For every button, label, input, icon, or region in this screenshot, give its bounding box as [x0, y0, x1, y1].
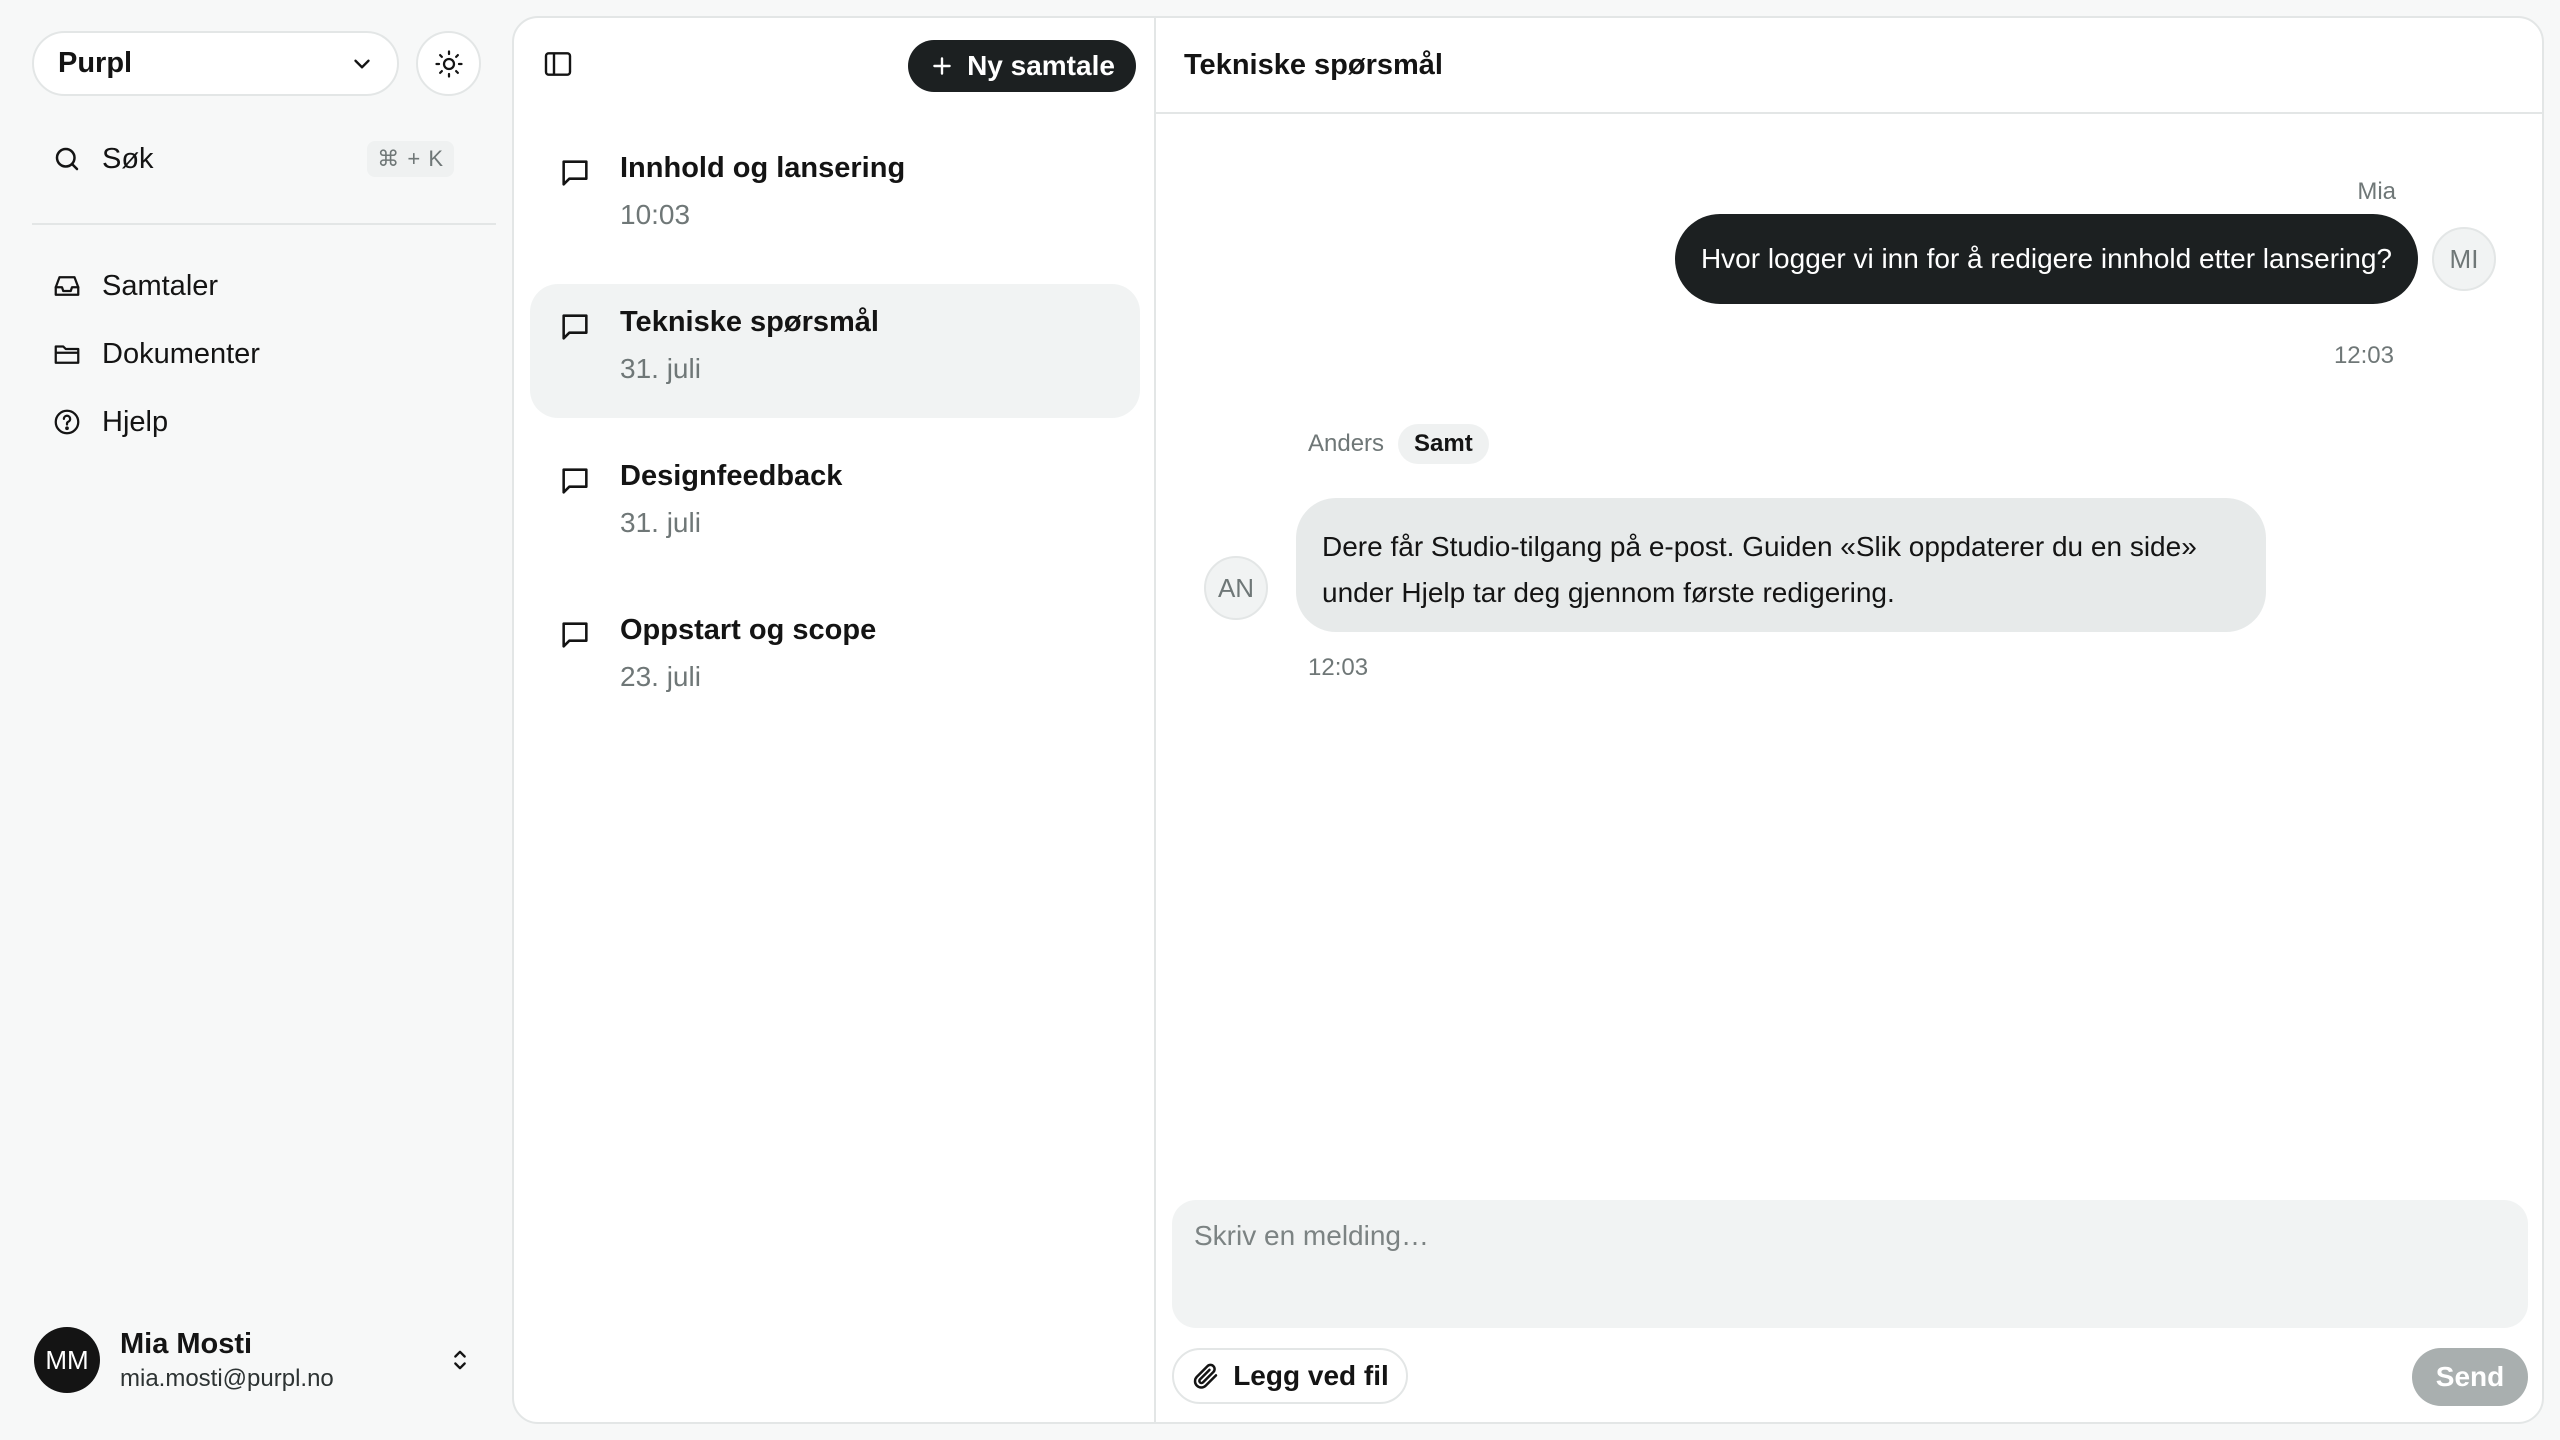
message-bubble-incoming: Dere får Studio-tilgang på e-post. Guide…	[1296, 498, 2266, 632]
avatar: MI	[2432, 227, 2496, 291]
chat-area: Tekniske spørsmål Mia Hvor logger vi inn…	[1156, 18, 2542, 1422]
message-square-icon	[558, 464, 592, 498]
message-line: Dere får Studio-tilgang på e-post. Guide…	[1322, 531, 2197, 562]
conversation-date: 10:03	[620, 199, 691, 230]
panel-left-icon	[542, 48, 578, 80]
help-circle-icon	[52, 407, 82, 437]
sidebar-item-label: Samtaler	[102, 269, 219, 302]
conversation-date: 31. juli	[620, 353, 701, 384]
conversation-title: Designfeedback	[620, 460, 843, 492]
list-item[interactable]: Tekniske spørsmål 31. juli	[530, 284, 1140, 418]
sidebar-toggle-button[interactable]	[542, 48, 578, 84]
user-email: mia.mosti@purpl.no	[120, 1364, 334, 1392]
send-button[interactable]: Send	[2412, 1348, 2528, 1406]
sidebar-item-samtaler[interactable]: Samtaler	[32, 256, 496, 316]
plus-icon	[929, 53, 955, 79]
user-name: Mia Mosti	[120, 1327, 253, 1360]
chevrons-up-down-icon	[446, 1346, 474, 1374]
message-bubble-outgoing: Hvor logger vi inn for å redigere innhol…	[1674, 214, 2418, 304]
conversation-text: Oppstart og scope 23. juli	[620, 614, 876, 693]
chevron-down-icon	[349, 51, 375, 77]
list-item[interactable]: Oppstart og scope 23. juli	[530, 592, 1140, 726]
sidebar-nav: Samtaler Dokumenter Hjelp	[32, 256, 496, 460]
chat-title: Tekniske spørsmål	[1156, 18, 2542, 114]
user-info: Mia Mosti mia.mosti@purpl.no	[120, 1328, 446, 1393]
paperclip-icon	[1191, 1361, 1221, 1391]
conversation-date: 31. juli	[620, 507, 701, 538]
workspace-name: Purpl	[58, 47, 133, 79]
main-panel: Ny samtale Innhold og lansering 10:03 Te…	[512, 16, 2544, 1424]
sidebar-item-dokumenter[interactable]: Dokumenter	[32, 324, 496, 384]
list-item[interactable]: Designfeedback 31. juli	[530, 438, 1140, 572]
folder-icon	[52, 339, 82, 369]
new-conversation-button[interactable]: Ny samtale	[908, 40, 1136, 92]
message-line: under Hjelp tar deg gjennom første redig…	[1322, 577, 1895, 608]
sidebar-item-label: Hjelp	[102, 405, 169, 438]
search-button[interactable]: Søk ⌘ + K	[32, 132, 474, 186]
message-input[interactable]	[1172, 1200, 2528, 1328]
conversation-title: Tekniske spørsmål	[620, 306, 879, 338]
new-conversation-label: Ny samtale	[967, 50, 1115, 81]
workspace-selector[interactable]: Purpl	[32, 31, 399, 96]
sidebar-item-label: Dokumenter	[102, 337, 260, 370]
sidebar-divider	[32, 223, 496, 225]
sidebar-item-hjelp[interactable]: Hjelp	[32, 392, 496, 452]
user-menu[interactable]: MM Mia Mosti mia.mosti@purpl.no	[34, 1310, 474, 1410]
conversation-text: Designfeedback 31. juli	[620, 460, 842, 539]
conversation-text: Tekniske spørsmål 31. juli	[620, 306, 879, 385]
message-sender: Anders	[1308, 430, 1385, 457]
avatar: MM	[34, 1327, 100, 1393]
message-sender-row: Anders Samt	[1308, 424, 1489, 464]
sun-icon	[434, 49, 464, 79]
message-sender: Mia	[2357, 178, 2396, 205]
message-square-icon	[558, 156, 592, 190]
message-square-icon	[558, 310, 592, 344]
avatar: AN	[1204, 556, 1268, 620]
list-item[interactable]: Innhold og lansering 10:03	[530, 130, 1140, 264]
conversation-list: Ny samtale Innhold og lansering 10:03 Te…	[514, 18, 1156, 1422]
role-badge: Samt	[1398, 424, 1489, 464]
attach-file-button[interactable]: Legg ved fil	[1172, 1348, 1408, 1404]
conversation-items: Innhold og lansering 10:03 Tekniske spør…	[530, 130, 1140, 746]
search-label: Søk	[102, 142, 154, 175]
sidebar: Purpl Søk ⌘ + K Samtaler Dokumenter Hjel…	[0, 0, 512, 1440]
message-square-icon	[558, 618, 592, 652]
search-icon	[52, 144, 82, 174]
attach-file-label: Legg ved fil	[1233, 1360, 1389, 1391]
conversation-text: Innhold og lansering 10:03	[620, 152, 905, 231]
message-timestamp: 12:03	[2333, 342, 2394, 369]
conversation-date: 23. juli	[620, 661, 701, 692]
conversation-title: Oppstart og scope	[620, 614, 877, 646]
inbox-icon	[52, 271, 82, 301]
conversation-title: Innhold og lansering	[620, 152, 906, 184]
conversation-list-header: Ny samtale	[514, 18, 1154, 114]
theme-toggle-button[interactable]	[416, 31, 481, 96]
message-timestamp: 12:03	[1308, 654, 1369, 681]
search-shortcut: ⌘ + K	[367, 141, 454, 177]
